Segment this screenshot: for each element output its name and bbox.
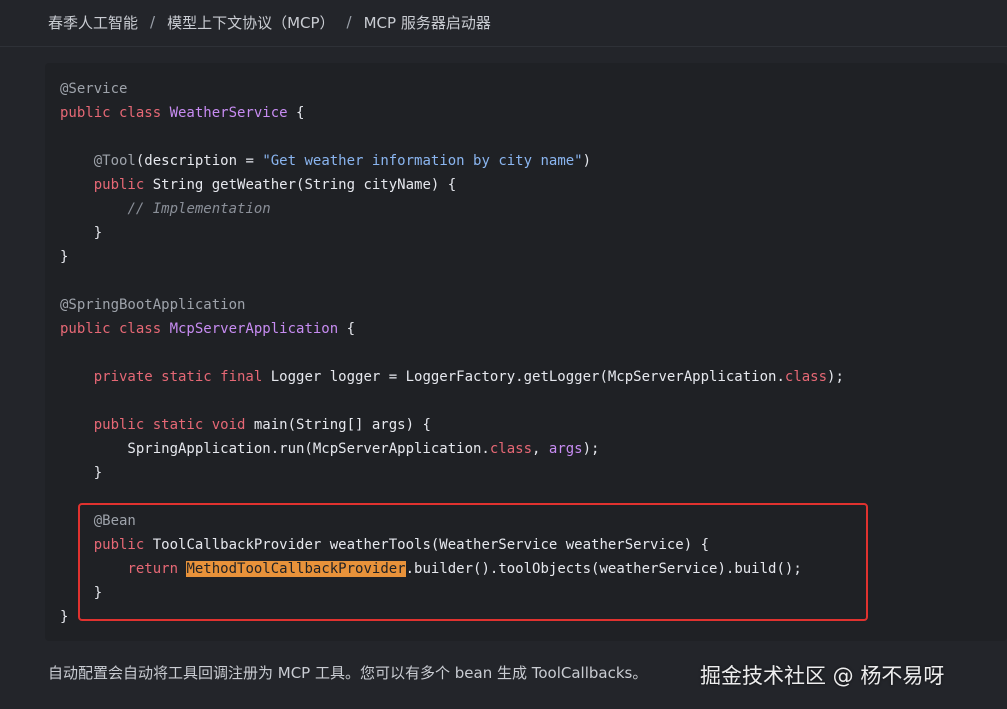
- code-line: public class McpServerApplication {: [60, 317, 844, 341]
- code-token: {: [338, 321, 356, 337]
- code-token: ,: [532, 441, 549, 457]
- code-token: public static void: [93, 417, 246, 433]
- code-token: }: [60, 585, 103, 601]
- code-line: public static void main(String[] args) {: [60, 413, 844, 437]
- code-line: @Service: [60, 77, 844, 101]
- code-token: class: [489, 441, 533, 457]
- code-line: }: [60, 605, 844, 629]
- watermark: 掘金技术社区 @ 杨不易呀: [700, 664, 945, 688]
- code-token: ): [582, 153, 592, 169]
- code-token: ToolCallbackProvider weatherTools(Weathe…: [144, 537, 710, 553]
- code-line: @Bean: [60, 509, 844, 533]
- code-line: SpringApplication.run(McpServerApplicati…: [60, 437, 844, 461]
- code-token: );: [582, 441, 600, 457]
- code-line: public ToolCallbackProvider weatherTools…: [60, 533, 844, 557]
- code-content: @Service public class WeatherService { @T…: [60, 77, 844, 629]
- code-token: );: [827, 369, 844, 385]
- code-token: @Service: [60, 81, 128, 97]
- code-token: }: [60, 465, 103, 481]
- code-token: .builder().toolObjects(weatherService).b…: [405, 561, 802, 577]
- code-token: McpServerApplication: [169, 321, 339, 337]
- code-token: @Bean: [93, 513, 136, 529]
- code-line: public class WeatherService {: [60, 101, 844, 125]
- code-token: public class: [60, 321, 170, 337]
- code-line: return MethodToolCallbackProvider.builde…: [60, 557, 844, 581]
- code-token: WeatherService: [169, 105, 288, 121]
- code-token: Logger logger = LoggerFactory.getLogger(…: [262, 369, 785, 385]
- code-token: private static final: [93, 369, 263, 385]
- code-block: @Service public class WeatherService { @T…: [45, 63, 1007, 641]
- code-line: @SpringBootApplication: [60, 293, 844, 317]
- code-token: }: [60, 609, 69, 625]
- code-token: }: [60, 249, 69, 265]
- code-token: public class: [60, 105, 170, 121]
- breadcrumb: 春季人工智能 / 模型上下文协议（MCP） / MCP 服务器启动器: [48, 10, 491, 34]
- code-token: {: [287, 105, 305, 121]
- code-token: public: [93, 177, 145, 193]
- breadcrumb-item-mcp[interactable]: 模型上下文协议（MCP）: [167, 12, 334, 33]
- breadcrumb-separator: /: [150, 13, 156, 31]
- code-token: public: [93, 537, 145, 553]
- code-token: }: [60, 225, 103, 241]
- code-line: }: [60, 221, 844, 245]
- header-divider: [0, 46, 1007, 47]
- code-token: main(String[] args) {: [245, 417, 431, 433]
- code-token: // Implementation: [127, 201, 271, 217]
- code-token: SpringApplication.run(McpServerApplicati…: [60, 441, 490, 457]
- code-line: public String getWeather(String cityName…: [60, 173, 844, 197]
- code-line: // Implementation: [60, 197, 844, 221]
- code-token: return: [127, 561, 179, 577]
- breadcrumb-separator: /: [346, 13, 352, 31]
- code-token: class: [784, 369, 828, 385]
- code-token: @Tool: [93, 153, 136, 169]
- code-token: String getWeather(String cityName) {: [144, 177, 457, 193]
- code-token: @SpringBootApplication: [60, 297, 246, 313]
- code-line: }: [60, 581, 844, 605]
- code-token: (description =: [135, 153, 263, 169]
- footer-paragraph: 自动配置会自动将工具回调注册为 MCP 工具。您可以有多个 bean 生成 To…: [48, 664, 648, 682]
- code-line: }: [60, 245, 844, 269]
- docs-page: 春季人工智能 / 模型上下文协议（MCP） / MCP 服务器启动器 @Serv…: [0, 0, 1007, 709]
- code-token: "Get weather information by city name": [262, 153, 583, 169]
- code-token: args: [548, 441, 583, 457]
- code-line: }: [60, 461, 844, 485]
- breadcrumb-item-spring-ai[interactable]: 春季人工智能: [48, 12, 138, 33]
- breadcrumb-item-mcp-server-starter: MCP 服务器启动器: [363, 13, 491, 32]
- code-line: @Tool(description = "Get weather informa…: [60, 149, 844, 173]
- highlighted-code-token: MethodToolCallbackProvider: [186, 561, 406, 577]
- code-line: private static final Logger logger = Log…: [60, 365, 844, 389]
